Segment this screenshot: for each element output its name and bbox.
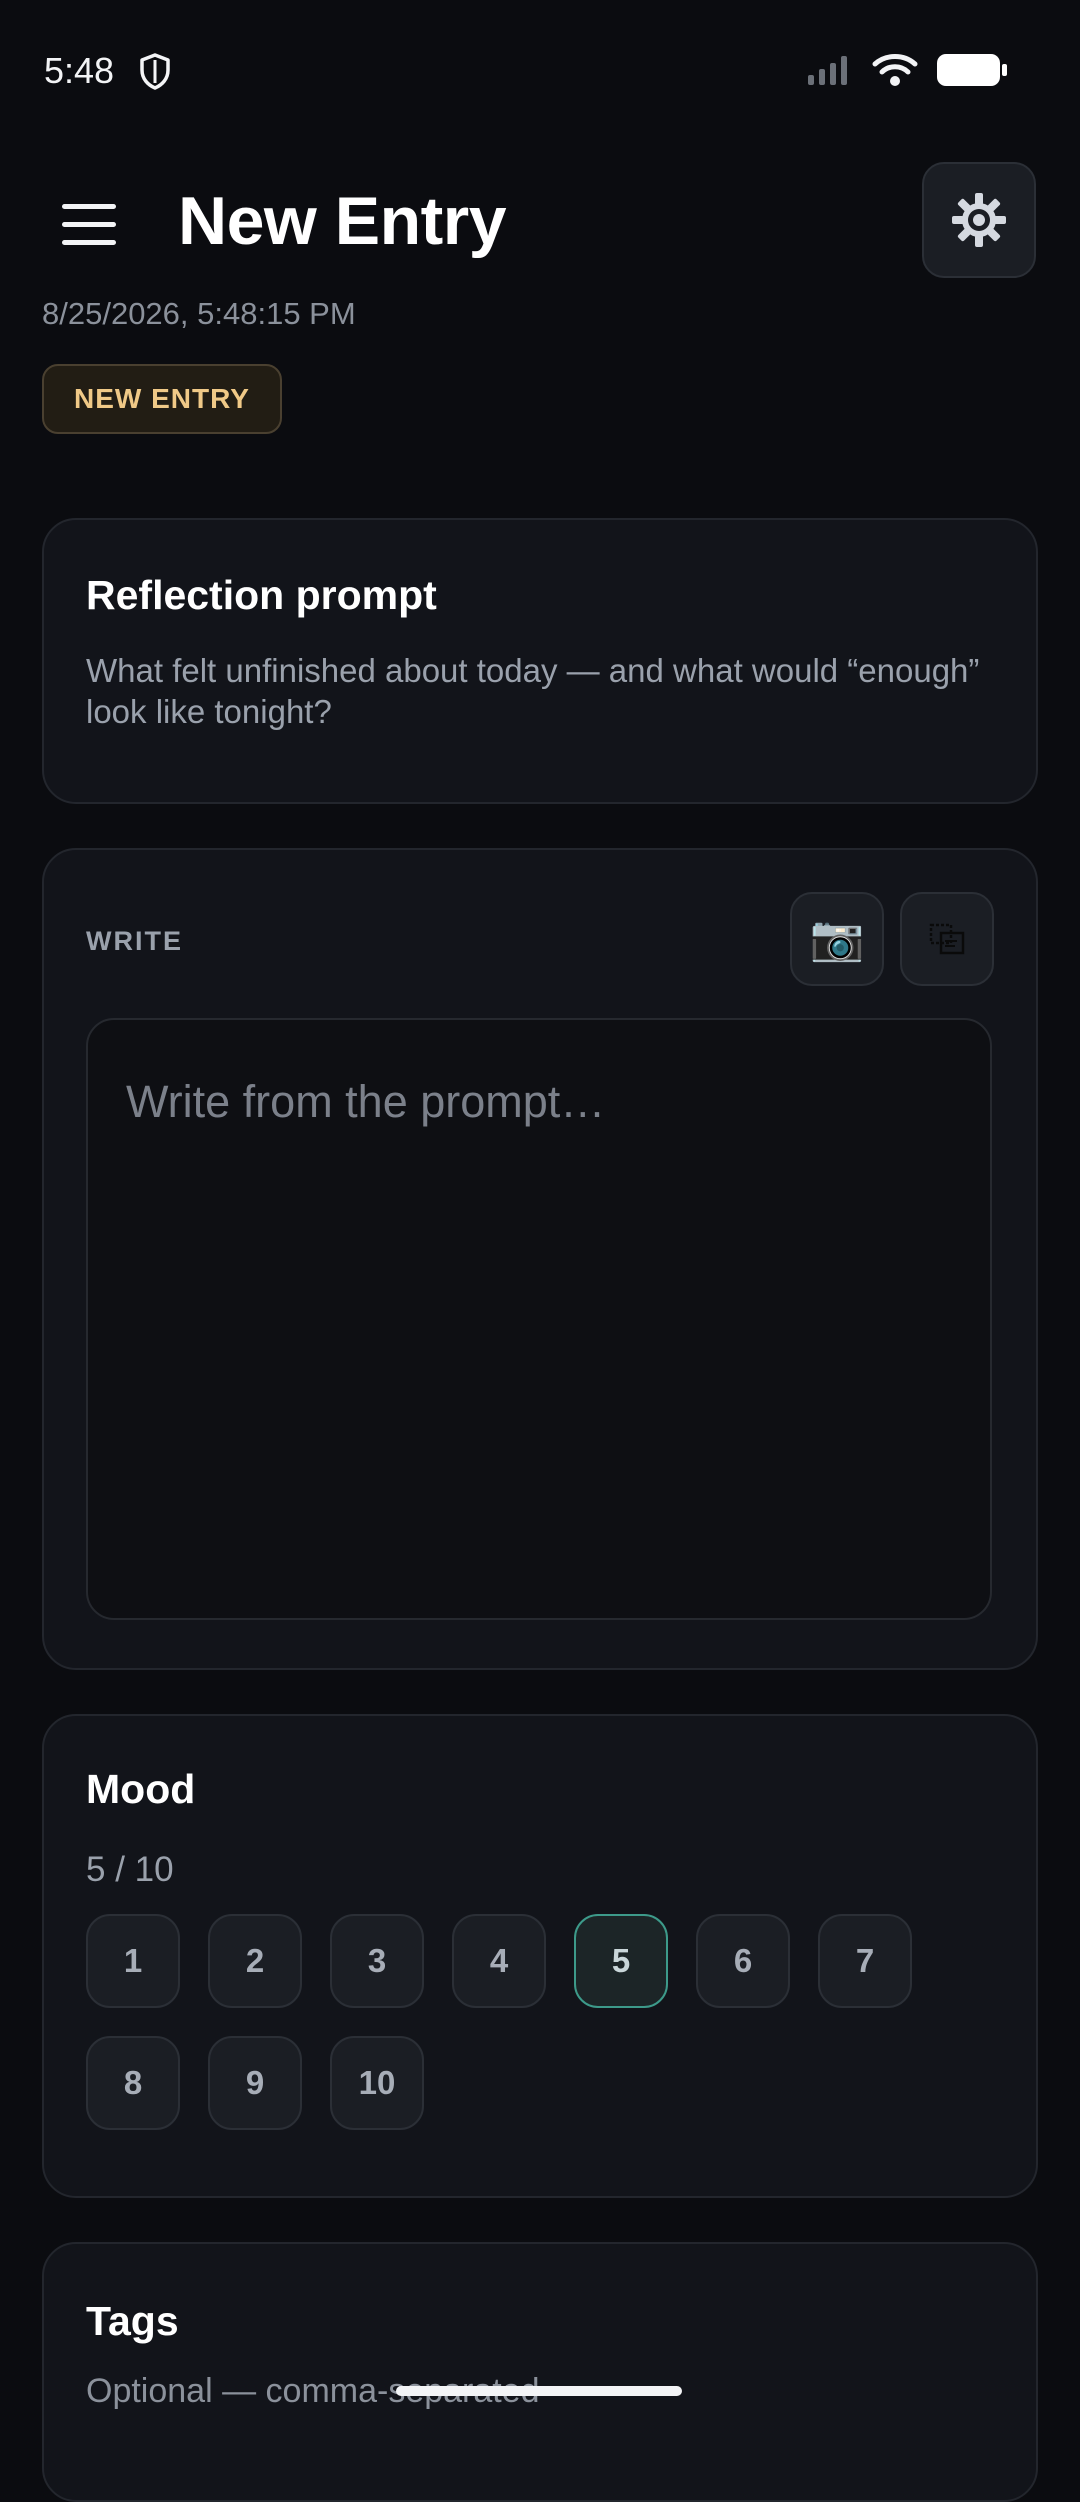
shield-icon	[140, 53, 170, 90]
camera-icon: 📷	[809, 914, 865, 963]
signal-icon	[808, 56, 847, 85]
mood-option-4[interactable]: 4	[452, 1914, 546, 2008]
mood-option-9[interactable]: 9	[208, 2036, 302, 2130]
mood-option-8[interactable]: 8	[86, 2036, 180, 2130]
home-indicator	[396, 2386, 682, 2396]
settings-button[interactable]	[922, 162, 1036, 278]
menu-button[interactable]	[50, 184, 130, 264]
menu-icon-line	[62, 239, 116, 245]
mood-option-2[interactable]: 2	[208, 1914, 302, 2008]
mood-card: Mood 5 / 10 1 2 3 4 5 6 7 8 9 10	[42, 1714, 1038, 2198]
paste-icon	[929, 923, 965, 955]
mood-value: 5 / 10	[86, 1850, 174, 1889]
mood-option-10[interactable]: 10	[330, 2036, 424, 2130]
battery-icon	[937, 54, 1007, 86]
reflection-prompt-card: Reflection prompt What felt unfinished a…	[42, 518, 1038, 804]
tags-card: Tags Optional — comma-separated	[42, 2242, 1038, 2502]
status-icons	[806, 52, 1008, 88]
status-time: 5:48	[44, 50, 115, 91]
status-badge: NEW ENTRY	[42, 364, 282, 434]
wifi-icon	[872, 54, 918, 86]
menu-icon-line	[62, 203, 116, 209]
page-title: New Entry	[178, 183, 507, 259]
mood-option-7[interactable]: 7	[818, 1914, 912, 2008]
tags-title: Tags	[86, 2298, 179, 2344]
menu-icon-line	[62, 221, 116, 227]
mood-option-5[interactable]: 5	[574, 1914, 668, 2008]
mood-option-1[interactable]: 1	[86, 1914, 180, 2008]
gear-icon	[952, 193, 1006, 247]
mood-option-6[interactable]: 6	[696, 1914, 790, 2008]
prompt-text: What felt unfinished about today — and w…	[86, 652, 980, 730]
app-header: New Entry	[0, 160, 1080, 280]
status-bar: 5:48	[0, 0, 1080, 140]
mood-title: Mood	[86, 1766, 196, 1812]
write-label: WRITE	[86, 926, 183, 956]
write-card: WRITE 📷 Write from the prompt…	[42, 848, 1038, 1670]
entry-timestamp: 8/25/2026, 5:48:15 PM	[42, 296, 356, 331]
mood-option-3[interactable]: 3	[330, 1914, 424, 2008]
mood-selector: 1 2 3 4 5 6 7 8 9 10	[86, 1914, 926, 2130]
prompt-title: Reflection prompt	[86, 572, 437, 618]
journal-textarea[interactable]: Write from the prompt…	[86, 1018, 992, 1620]
camera-button[interactable]: 📷	[790, 892, 884, 986]
paste-button[interactable]	[900, 892, 994, 986]
